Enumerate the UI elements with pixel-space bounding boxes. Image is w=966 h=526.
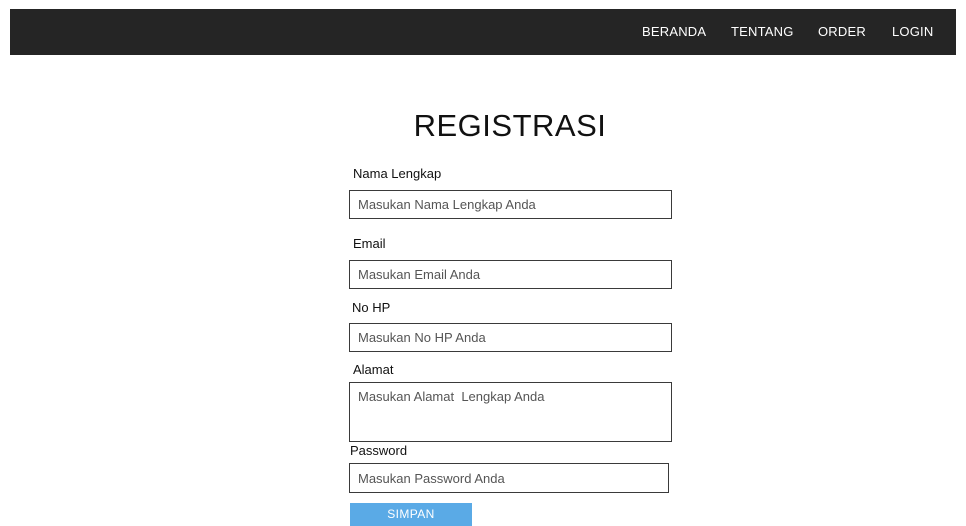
password-label: Password [350,443,408,458]
no-hp-label: No HP [352,300,391,315]
simpan-button[interactable]: SIMPAN [350,503,472,526]
nama-lengkap-input[interactable] [349,190,672,219]
no-hp-input[interactable] [349,323,672,352]
alamat-textarea[interactable] [349,382,672,442]
nav-link-order[interactable]: ORDER [818,24,866,40]
registration-page: BERANDA TENTANG ORDER LOGIN REGISTRASI N… [0,0,966,526]
nama-lengkap-label: Nama Lengkap [353,166,442,181]
nav-link-login[interactable]: LOGIN [892,24,933,40]
email-input[interactable] [349,260,672,289]
password-input[interactable] [349,463,669,493]
nav-link-tentang[interactable]: TENTANG [731,24,794,40]
page-title: REGISTRASI [413,108,607,143]
top-navbar: BERANDA TENTANG ORDER LOGIN [10,9,956,55]
email-label: Email [353,236,386,251]
alamat-label: Alamat [353,362,394,377]
nav-link-beranda[interactable]: BERANDA [642,24,706,40]
